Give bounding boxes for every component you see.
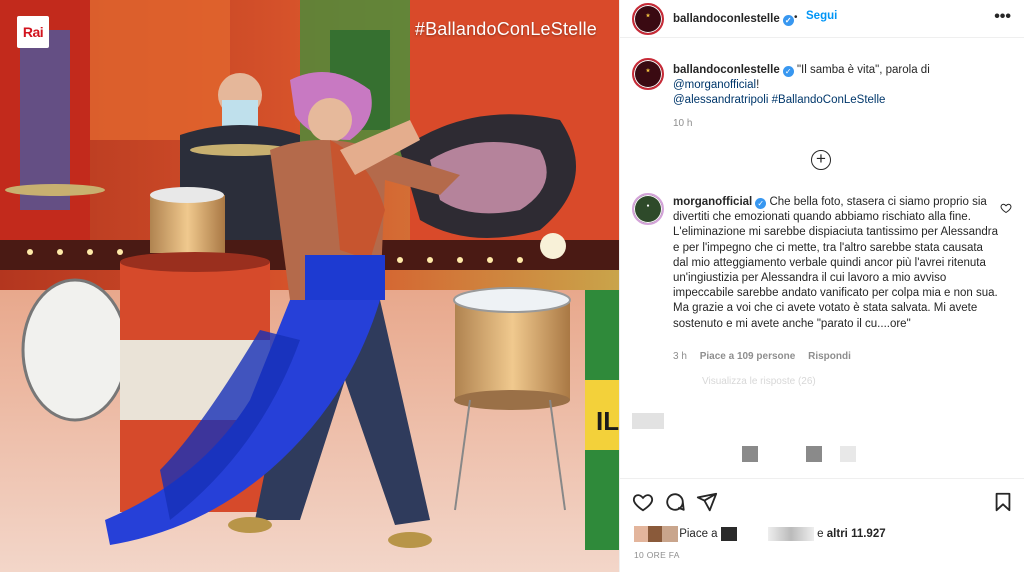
comment-timestamp: 3 h xyxy=(673,351,687,362)
comment-avatar[interactable]: ● xyxy=(632,193,664,225)
svg-text:IL: IL xyxy=(596,406,619,436)
more-options-icon[interactable]: ••• xyxy=(994,8,1011,26)
comment-icon[interactable] xyxy=(664,491,686,513)
header-username-text[interactable]: ballandoconlestelle xyxy=(673,13,780,25)
liker-avatar[interactable] xyxy=(662,526,678,542)
view-replies-link[interactable]: Visualizza le risposte (26) xyxy=(702,376,816,387)
avatar[interactable]: ★ xyxy=(632,3,664,35)
comment-text: morganofficial ✓ Che bella foto, stasera … xyxy=(673,195,999,332)
caption-text: ballandoconlestelle ✓ "Il samba è vita", … xyxy=(673,63,1003,108)
loading-placeholder xyxy=(742,446,758,462)
verified-badge-icon: ✓ xyxy=(782,15,794,26)
mention-morganofficial[interactable]: @morganofficial xyxy=(673,79,756,91)
bookmark-icon[interactable] xyxy=(992,491,1014,513)
caption-hashtag[interactable]: #BallandoConLeStelle xyxy=(772,94,886,106)
loading-placeholder xyxy=(806,446,822,462)
header-separator: • xyxy=(794,12,798,23)
caption-avatar[interactable]: ★ xyxy=(632,58,664,90)
caption-exclamation: ! xyxy=(756,79,760,91)
loading-placeholder xyxy=(840,446,856,462)
header-username[interactable]: ballandoconlestelle ✓ xyxy=(673,13,794,26)
liker-avatars xyxy=(634,526,678,542)
verified-badge-icon: ✓ xyxy=(782,66,794,77)
caption-body: "Il samba è vita", parola di xyxy=(796,64,930,76)
caption-timestamp: 10 h xyxy=(673,118,693,129)
likes-connector: e xyxy=(817,528,824,541)
likes-summary: Piace a e altri 11.927 xyxy=(634,526,886,542)
post-side-panel: ★ ballandoconlestelle ✓ • Segui ••• ★ bal… xyxy=(619,0,1024,572)
post-timestamp[interactable]: 10 ORE FA xyxy=(634,550,680,560)
rai-logo: Rai xyxy=(17,16,49,48)
post-header: ★ ballandoconlestelle ✓ • Segui ••• xyxy=(620,0,1024,38)
paper-plane-icon[interactable] xyxy=(696,491,718,513)
verified-badge-icon: ✓ xyxy=(755,198,767,209)
comment-like-heart-icon[interactable] xyxy=(1000,202,1012,214)
liker-name-placeholder[interactable] xyxy=(767,527,814,541)
comment-body: Che bella foto, stasera ci siamo proprio… xyxy=(673,196,999,330)
comment-username[interactable]: morganofficial xyxy=(673,196,752,208)
mention-alessandratripoli[interactable]: @alessandratripoli xyxy=(673,94,768,106)
avatar-logo-icon: ★ xyxy=(645,13,651,19)
loading-placeholder xyxy=(632,413,664,429)
instagram-post: IL Rai #BallandoConLeStelle ★ ballandoco… xyxy=(0,0,1024,572)
action-bar: Piace a e altri 11.927 10 ORE FA xyxy=(620,478,1024,572)
likes-others-count[interactable]: altri 11.927 xyxy=(827,528,886,540)
comment-meta: 3 h Piace a 109 persone Rispondi xyxy=(673,351,861,362)
dance-photo: IL xyxy=(0,0,619,572)
caption-username[interactable]: ballandoconlestelle xyxy=(673,64,780,76)
comment-likes-count[interactable]: Piace a 109 persone xyxy=(700,351,796,362)
reply-button[interactable]: Rispondi xyxy=(808,351,851,362)
hashtag-overlay: #BallandoConLeStelle xyxy=(414,19,597,39)
plus-circle-icon[interactable]: + xyxy=(811,150,831,170)
heart-icon[interactable] xyxy=(632,491,654,513)
liker-name-placeholder[interactable] xyxy=(720,527,737,541)
follow-button[interactable]: Segui xyxy=(806,10,837,22)
avatar-photo-icon: ● xyxy=(646,203,650,209)
post-photo[interactable]: IL Rai #BallandoConLeStelle xyxy=(0,0,619,572)
avatar-logo-icon: ★ xyxy=(645,68,651,74)
likes-prefix: Piace a xyxy=(679,528,718,541)
